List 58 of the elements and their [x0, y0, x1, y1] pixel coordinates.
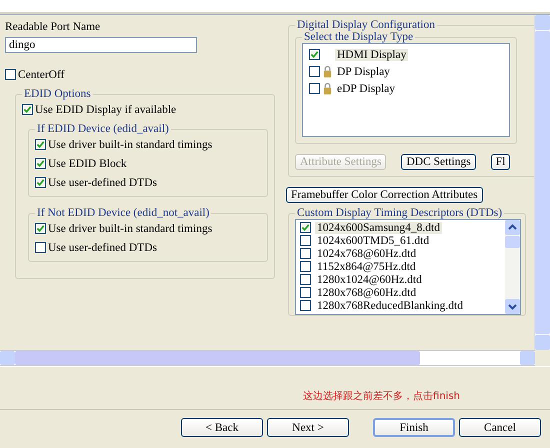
checkbox-label: Use driver built-in standard timings: [48, 138, 212, 150]
checkbox-label: Use user-defined DTDs: [48, 242, 157, 254]
list-item[interactable]: 1280x768ReducedBlanking.dtd: [315, 300, 465, 312]
checkbox-label: CenterOff: [18, 68, 64, 80]
checkbox[interactable]: [300, 287, 311, 298]
scroll-thumb[interactable]: [505, 236, 520, 248]
checkbox[interactable]: [35, 177, 46, 188]
checkbox-label: Use EDID Block: [48, 158, 127, 170]
group-title: If EDID Device (edid_avail): [36, 123, 170, 135]
scrollbar[interactable]: [0, 350, 535, 366]
scroll-thumb[interactable]: [15, 351, 420, 365]
input-field[interactable]: dingo: [5, 37, 197, 53]
group-title: EDID Options: [23, 88, 92, 100]
group-title: Digital Display Configuration: [296, 19, 436, 31]
checkbox[interactable]: [300, 222, 311, 233]
checkbox[interactable]: [309, 83, 320, 94]
list-item[interactable]: DP Display: [335, 66, 392, 78]
checkbox-label: Use user-defined DTDs: [48, 176, 157, 188]
wizard-button[interactable]: Next >: [267, 418, 349, 437]
list-item[interactable]: 1152x864@75Hz.dtd: [315, 260, 418, 272]
scrollbar[interactable]: [534, 15, 550, 350]
checkbox[interactable]: [300, 261, 311, 272]
checkbox-label: Use EDID Display if available: [35, 104, 176, 116]
checkbox[interactable]: [300, 300, 311, 311]
checkbox[interactable]: [309, 66, 320, 77]
list-item[interactable]: 1024x600Samsung4_8.dtd: [315, 222, 442, 234]
group-title: Select the Display Type: [303, 31, 414, 43]
scrollbar[interactable]: [505, 220, 520, 314]
wizard-button[interactable]: < Back: [181, 418, 263, 437]
checkbox[interactable]: [300, 248, 311, 259]
list-item[interactable]: 1024x600TMD5_61.dtd: [315, 234, 432, 246]
checkbox[interactable]: [35, 242, 46, 253]
settings-button[interactable]: DDC Settings: [401, 154, 476, 170]
group-title: Custom Display Timing Descriptors (DTDs): [296, 207, 504, 219]
checkbox[interactable]: [35, 158, 46, 169]
checkbox-label: Use driver built-in standard timings: [48, 222, 212, 234]
wizard-button[interactable]: Cancel: [459, 418, 541, 437]
scroll-up-icon[interactable]: [505, 220, 520, 235]
wizard-button[interactable]: Finish: [373, 418, 455, 437]
checkbox[interactable]: [309, 49, 320, 60]
field-label: Readable Port Name: [5, 21, 102, 33]
scroll-down-icon[interactable]: [505, 299, 520, 314]
settings-button[interactable]: Fl: [490, 154, 510, 170]
checkbox[interactable]: [300, 274, 311, 285]
group-title: If Not EDID Device (edid_not_avail): [36, 207, 210, 219]
checkbox[interactable]: [35, 139, 46, 150]
checkbox[interactable]: [22, 104, 33, 115]
scroll-thumb[interactable]: [535, 31, 550, 334]
note-text: 这边选择跟之前差不多，点击finish: [303, 390, 460, 403]
checkbox[interactable]: [300, 235, 311, 246]
framebuffer-button[interactable]: Framebuffer Color Correction Attributes: [286, 187, 483, 203]
list-item[interactable]: 1280x768@60Hz.dtd: [315, 286, 418, 298]
list-item[interactable]: eDP Display: [335, 82, 398, 94]
checkbox[interactable]: [35, 223, 46, 234]
checkbox[interactable]: [5, 69, 16, 80]
list-item[interactable]: 1024x768@60Hz.dtd: [315, 248, 418, 260]
list-item[interactable]: HDMI Display: [335, 48, 408, 60]
list-item[interactable]: 1280x1024@60Hz.dtd: [315, 274, 424, 286]
